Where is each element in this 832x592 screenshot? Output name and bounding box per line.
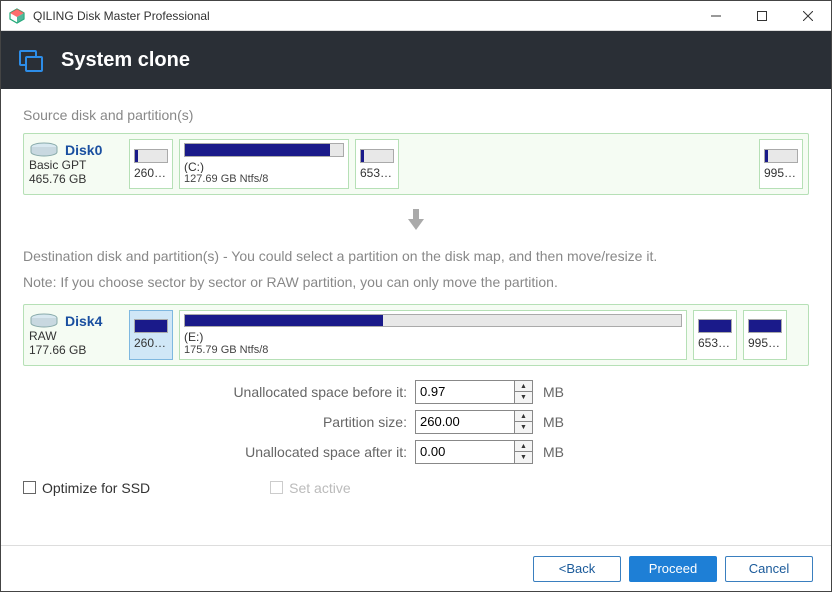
checkbox-icon	[23, 481, 36, 494]
arrow-down-icon	[23, 209, 809, 231]
proceed-button[interactable]: Proceed	[629, 556, 717, 582]
footer-buttons: <Back Proceed Cancel	[1, 545, 831, 591]
spin-down-icon[interactable]: ▼	[515, 422, 532, 433]
source-partition[interactable]: 995…	[759, 139, 803, 189]
space-before-input[interactable]	[415, 380, 515, 404]
source-disk-name: Disk0	[65, 142, 123, 158]
app-logo-icon	[9, 8, 25, 24]
source-partition[interactable]: 260…	[129, 139, 173, 189]
source-section-label: Source disk and partition(s)	[23, 107, 809, 123]
close-button[interactable]	[785, 1, 831, 31]
source-disk-size: 465.76 GB	[29, 172, 123, 186]
destination-disk-size: 177.66 GB	[29, 343, 123, 357]
source-disk-type: Basic GPT	[29, 158, 123, 172]
destination-disk-map: Disk4 RAW 177.66 GB 260… (E:) 175.79 GB …	[23, 304, 809, 366]
app-window: QILING Disk Master Professional System c…	[0, 0, 832, 592]
content-area: Source disk and partition(s) Disk0 Basic…	[1, 89, 831, 496]
destination-partition[interactable]: 995…	[743, 310, 787, 360]
destination-disk-type: RAW	[29, 329, 123, 343]
spin-up-icon[interactable]: ▲	[515, 381, 532, 393]
minimize-button[interactable]	[693, 1, 739, 31]
source-partition[interactable]: 653…	[355, 139, 399, 189]
source-partition[interactable]: (C:) 127.69 GB Ntfs/8	[179, 139, 349, 189]
space-after-input[interactable]	[415, 440, 515, 464]
page-header: System clone	[1, 31, 831, 89]
unit-label: MB	[543, 444, 564, 460]
window-title: QILING Disk Master Professional	[33, 9, 693, 23]
resize-form: Unallocated space before it: ▲ ▼ MB Part…	[23, 380, 809, 464]
destination-partition[interactable]: 260…	[129, 310, 173, 360]
destination-partition[interactable]: 653…	[693, 310, 737, 360]
source-disk-map: Disk0 Basic GPT 465.76 GB 260… (C:) 127.…	[23, 133, 809, 195]
hard-drive-icon	[29, 312, 59, 330]
spin-down-icon[interactable]: ▼	[515, 392, 532, 403]
space-before-spinner[interactable]: ▲ ▼	[515, 380, 533, 404]
maximize-button[interactable]	[739, 1, 785, 31]
space-after-label: Unallocated space after it:	[23, 444, 415, 460]
titlebar: QILING Disk Master Professional	[1, 1, 831, 31]
partition-size-label: Partition size:	[23, 414, 415, 430]
page-title: System clone	[61, 49, 190, 72]
partition-size-input[interactable]	[415, 410, 515, 434]
set-active-checkbox: Set active	[270, 480, 350, 496]
hard-drive-icon	[29, 141, 59, 159]
back-button[interactable]: <Back	[533, 556, 621, 582]
checkbox-icon	[270, 481, 283, 494]
destination-disk-info: Disk4 RAW 177.66 GB	[29, 310, 123, 360]
destination-section-label: Destination disk and partition(s) - You …	[23, 245, 809, 267]
spin-down-icon[interactable]: ▼	[515, 452, 532, 463]
source-disk-info: Disk0 Basic GPT 465.76 GB	[29, 139, 123, 189]
space-before-label: Unallocated space before it:	[23, 384, 415, 400]
system-clone-icon	[17, 46, 45, 74]
unit-label: MB	[543, 414, 564, 430]
optimize-ssd-checkbox[interactable]: Optimize for SSD	[23, 480, 150, 496]
space-after-spinner[interactable]: ▲ ▼	[515, 440, 533, 464]
destination-note: Note: If you choose sector by sector or …	[23, 271, 809, 293]
destination-partition[interactable]: (E:) 175.79 GB Ntfs/8	[179, 310, 687, 360]
destination-disk-name: Disk4	[65, 313, 123, 329]
spin-up-icon[interactable]: ▲	[515, 411, 532, 423]
spin-up-icon[interactable]: ▲	[515, 441, 532, 453]
cancel-button[interactable]: Cancel	[725, 556, 813, 582]
unit-label: MB	[543, 384, 564, 400]
partition-size-spinner[interactable]: ▲ ▼	[515, 410, 533, 434]
